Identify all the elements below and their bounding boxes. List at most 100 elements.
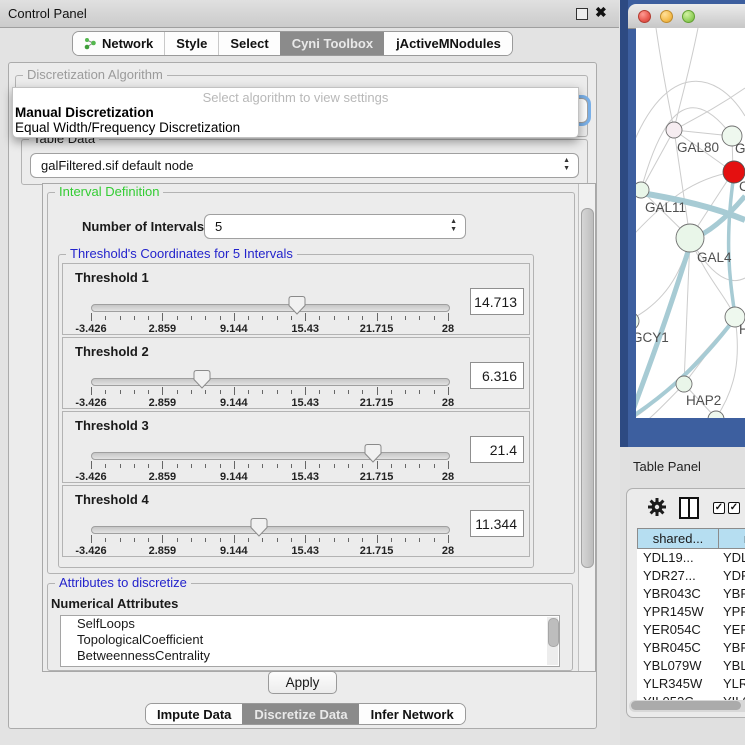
checkbox-icon[interactable]: ✓: [713, 502, 725, 514]
interval-definition-group: Interval Definition Number of Intervals …: [47, 192, 575, 574]
table-data-combobox[interactable]: galFiltered.sif default node ▲▼: [30, 153, 579, 178]
column-header[interactable]: shared...: [637, 528, 719, 549]
table-horizontal-scrollbar[interactable]: [629, 700, 745, 712]
table-row[interactable]: YLR345WYLR3: [637, 675, 745, 693]
attribute-item[interactable]: SelfLoops: [61, 616, 559, 632]
slider-tick: [205, 538, 206, 542]
numerical-attributes-list[interactable]: SelfLoopsTopologicalCoefficientBetweenne…: [60, 615, 560, 667]
float-window-icon[interactable]: [576, 8, 588, 20]
attribute-item[interactable]: TopologicalCoefficient: [61, 632, 559, 648]
slider-tick: [305, 535, 306, 543]
num-intervals-spinner[interactable]: 5 ▲▼: [204, 214, 466, 239]
slider-tick-label: 28: [442, 397, 454, 409]
dropdown-hint: Select algorithm to view settings: [13, 88, 578, 105]
slider-tick: [177, 464, 178, 468]
network-view-window[interactable]: GAL80 G. C GAL11 GAL4 GCY1 H HAP2: [620, 0, 745, 447]
node-label: C: [739, 179, 745, 194]
slider-tick: [91, 535, 92, 543]
threshold-slider[interactable]: -3.4262.8599.14415.4321.71528: [91, 518, 448, 556]
list-scrollbar[interactable]: [547, 617, 558, 665]
table-row[interactable]: YBR043CYBR0: [637, 585, 745, 603]
slider-tick: [162, 535, 163, 543]
slider-tick: [191, 390, 192, 394]
scrollbar-thumb[interactable]: [631, 701, 741, 710]
slider-tick: [277, 464, 278, 468]
table-cell: YLR3: [719, 675, 745, 693]
threshold-slider[interactable]: -3.4262.8599.14415.4321.71528: [91, 296, 448, 334]
slider-handle[interactable]: [193, 370, 210, 392]
network-node[interactable]: [666, 122, 682, 138]
column-header[interactable]: n: [719, 528, 745, 549]
slider-tick: [105, 316, 106, 320]
slider-tick: [391, 538, 392, 542]
scrollbar-thumb[interactable]: [581, 208, 594, 568]
slider-handle[interactable]: [365, 444, 382, 466]
slider-tick: [91, 387, 92, 395]
network-canvas[interactable]: GAL80 G. C GAL11 GAL4 GCY1 H HAP2: [636, 28, 745, 418]
network-node[interactable]: [676, 224, 704, 252]
threshold-value-field[interactable]: 6.316: [470, 362, 524, 389]
tab-jactivemnodules[interactable]: jActiveMNodules: [384, 32, 512, 55]
threshold-value-field[interactable]: 21.4: [470, 436, 524, 463]
minimize-traffic-light-icon[interactable]: [660, 10, 673, 23]
scrollbar-thumb[interactable]: [548, 618, 559, 647]
slider-track[interactable]: [91, 452, 450, 460]
close-traffic-light-icon[interactable]: [638, 10, 651, 23]
algorithm-option[interactable]: Equal Width/Frequency Discretization: [13, 120, 578, 135]
slider-tick: [262, 464, 263, 468]
close-icon[interactable]: ✖: [595, 4, 607, 21]
network-node[interactable]: [676, 376, 692, 392]
table-cell: YIL052C: [637, 693, 719, 700]
threshold-label: Threshold 1: [75, 270, 149, 285]
threshold-slider[interactable]: -3.4262.8599.14415.4321.71528: [91, 444, 448, 482]
slider-tick: [120, 390, 121, 394]
control-panel-tab-bar: Network Style Select Cyni Toolbox jActiv…: [72, 31, 513, 56]
control-panel-titlebar[interactable]: Control Panel ✖: [0, 0, 619, 28]
tab-infer-network[interactable]: Infer Network: [359, 704, 465, 724]
tab-style[interactable]: Style: [164, 32, 218, 55]
slider-tick: [234, 387, 235, 395]
slider-handle[interactable]: [250, 518, 267, 540]
table-row[interactable]: YBL079WYBL0: [637, 657, 745, 675]
slider-handle[interactable]: [289, 296, 306, 318]
table-header-row: shared... n: [637, 528, 745, 549]
algorithm-option[interactable]: Manual Discretization: [13, 105, 578, 120]
threshold-slider[interactable]: -3.4262.8599.14415.4321.71528: [91, 370, 448, 408]
threshold-label: Threshold 4: [75, 492, 149, 507]
table-row[interactable]: YDR27...YDR2: [637, 567, 745, 585]
table-cell: YDL1: [719, 549, 745, 567]
network-window-titlebar[interactable]: [628, 4, 745, 29]
slider-tick: [319, 390, 320, 394]
slider-track[interactable]: [91, 526, 450, 534]
network-node[interactable]: [636, 182, 649, 198]
zoom-traffic-light-icon[interactable]: [682, 10, 695, 23]
table-row[interactable]: YIL052CYIL0: [637, 693, 745, 700]
table-row[interactable]: YDL19...YDL1: [637, 549, 745, 567]
tab-network[interactable]: Network: [73, 32, 164, 55]
tab-discretize-data[interactable]: Discretize Data: [242, 704, 358, 724]
slider-track[interactable]: [91, 304, 450, 312]
table-row[interactable]: YPR145WYPR1: [637, 603, 745, 621]
spinner-arrows-icon: ▲▼: [450, 218, 457, 234]
threshold-value-field[interactable]: 14.713: [470, 288, 524, 315]
slider-tick: [448, 387, 449, 395]
tab-cyni-toolbox[interactable]: Cyni Toolbox: [280, 32, 384, 55]
checkbox-icon[interactable]: ✓: [728, 502, 740, 514]
table-cell: YER0: [719, 621, 745, 639]
tab-select[interactable]: Select: [218, 32, 279, 55]
gear-icon[interactable]: [647, 497, 667, 517]
settings-vertical-scrollbar[interactable]: [578, 184, 595, 671]
slider-tick: [248, 390, 249, 394]
table-row[interactable]: YBR045CYBR0: [637, 639, 745, 657]
attribute-item[interactable]: BetweennessCentrality: [61, 648, 559, 664]
slider-tick: [105, 538, 106, 542]
attribute-items: SelfLoopsTopologicalCoefficientBetweenne…: [61, 616, 559, 664]
slider-tick: [277, 316, 278, 320]
column-view-icon[interactable]: [679, 497, 699, 519]
slider-track[interactable]: [91, 378, 450, 386]
threshold-value-field[interactable]: 11.344: [470, 510, 524, 537]
tab-impute-data[interactable]: Impute Data: [146, 704, 242, 724]
attributes-group: Attributes to discretize Numerical Attri…: [47, 583, 573, 671]
apply-button[interactable]: Apply: [268, 671, 337, 694]
table-row[interactable]: YER054CYER0: [637, 621, 745, 639]
